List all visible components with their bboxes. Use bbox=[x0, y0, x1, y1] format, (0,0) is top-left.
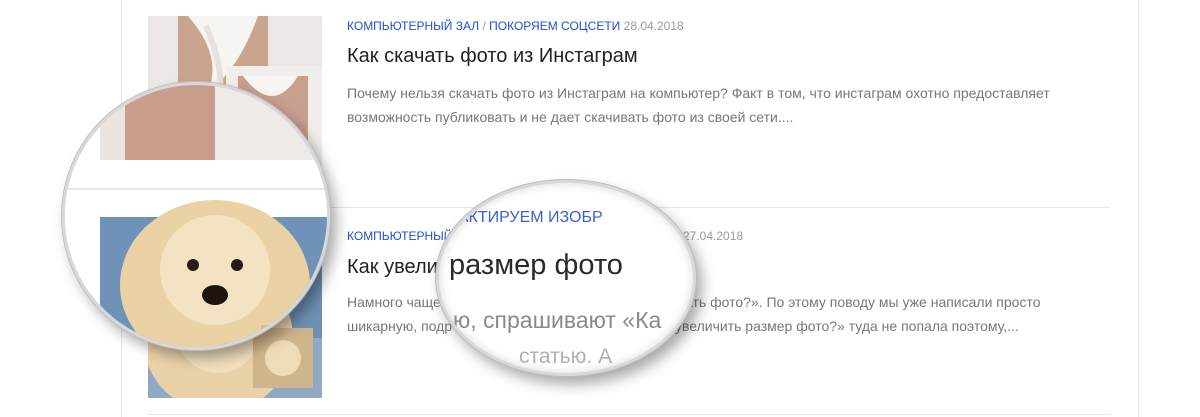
article-date: 27.04.2018 bbox=[683, 229, 744, 243]
article-title[interactable]: Как скачать фото из Инстаграм bbox=[347, 45, 638, 68]
magnified-category-text: ДАКТИРУЕМ ИЗОБР bbox=[447, 209, 603, 226]
magnifier-lens-text: ДАКТИРУЕМ ИЗОБР размер фото ю, спрашиваю… bbox=[436, 180, 696, 376]
article-excerpt-line: увеличить размер фото?» туда не попала п… bbox=[675, 318, 1019, 334]
article-excerpt-line: ать фото?». По этому поводу мы уже напис… bbox=[685, 294, 1041, 310]
category-link[interactable]: Покоряем соцсети bbox=[489, 19, 620, 33]
magnified-excerpt-text: ю, спрашивают «Ка bbox=[453, 307, 662, 333]
article-meta: Компьютерный зал / Покоряем соцсети 28.0… bbox=[347, 19, 684, 33]
article-date: 28.04.2018 bbox=[623, 19, 684, 33]
magnified-thumbnails-image bbox=[65, 85, 327, 347]
category-separator: / bbox=[482, 19, 486, 33]
magnifier-lens-image bbox=[62, 82, 330, 350]
article-excerpt: Почему нельзя скачать фото из Инстаграм … bbox=[347, 85, 1050, 125]
category-link[interactable]: Компьютерный bbox=[347, 229, 452, 243]
article-divider bbox=[148, 414, 1110, 415]
article-meta: Компьютерный bbox=[347, 229, 452, 243]
article-title[interactable]: Как увели bbox=[347, 256, 438, 279]
magnified-title-text: размер фото bbox=[449, 249, 623, 281]
article-excerpt-line: шикарную, подр bbox=[347, 318, 453, 334]
magnified-excerpt-text: статью. А bbox=[519, 345, 613, 368]
category-link[interactable]: Компьютерный зал bbox=[347, 19, 479, 33]
article-excerpt-line: Намного чаще bbox=[347, 294, 441, 310]
